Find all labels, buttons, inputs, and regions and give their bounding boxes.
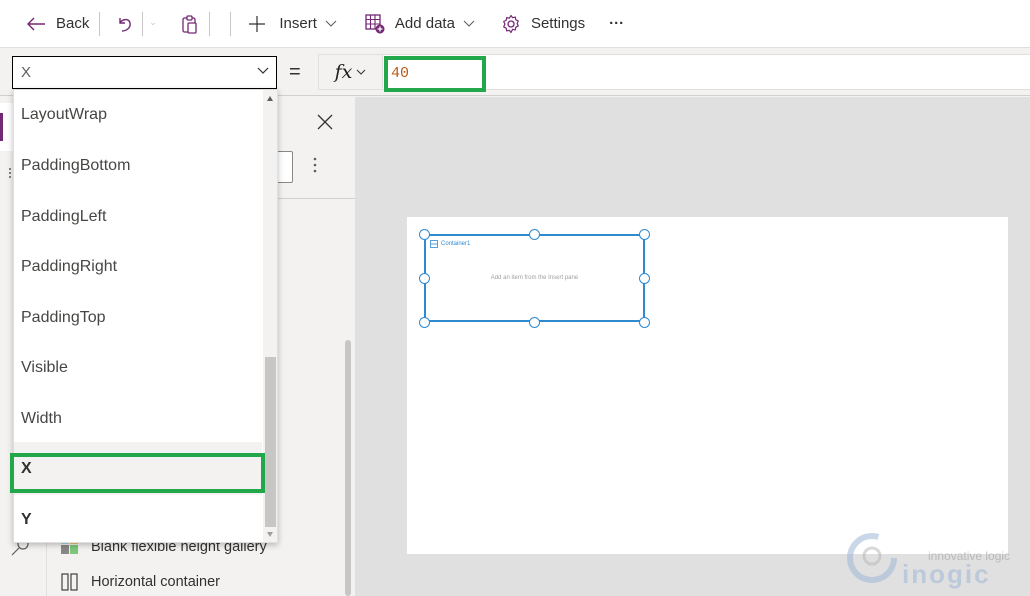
- rail-selected-indicator: [0, 113, 3, 141]
- container-icon: [430, 240, 438, 248]
- property-selector-value: X: [21, 64, 32, 81]
- chevron-down-icon: [357, 69, 366, 75]
- dropdown-option[interactable]: Width: [14, 394, 262, 444]
- canvas-area: Container1 Add an item from the Insert p…: [355, 97, 1030, 596]
- table-add-icon: [365, 13, 385, 33]
- dropdown-option[interactable]: PaddingLeft: [14, 192, 262, 242]
- dropdown-scrollbar[interactable]: [263, 90, 277, 542]
- command-bar: Back Insert Add data Settings ···: [0, 0, 1030, 48]
- gear-icon: [503, 14, 519, 33]
- resize-handle-top[interactable]: [529, 229, 540, 240]
- resize-handle-top-right[interactable]: [639, 229, 650, 240]
- paste-button[interactable]: [163, 0, 209, 48]
- horizontal-container-icon: [61, 573, 78, 591]
- plus-icon: [249, 15, 266, 32]
- close-icon[interactable]: [317, 114, 333, 130]
- undo-button[interactable]: [100, 0, 142, 48]
- container-name: Container1: [441, 241, 471, 247]
- dropdown-option[interactable]: Visible: [14, 343, 262, 393]
- dropdown-scroll-thumb[interactable]: [265, 357, 276, 527]
- undo-dropdown-button[interactable]: [143, 0, 163, 48]
- back-label: Back: [56, 15, 90, 32]
- dropdown-option[interactable]: PaddingBottom: [14, 141, 262, 191]
- inogic-logo-icon: [847, 533, 897, 583]
- more-icon: ···: [609, 15, 625, 32]
- more-vertical-icon[interactable]: [313, 157, 317, 173]
- scroll-down-icon[interactable]: [267, 532, 273, 537]
- equals-sign: =: [289, 61, 301, 83]
- insert-button[interactable]: Insert: [231, 0, 347, 48]
- container-title: Container1: [430, 240, 470, 248]
- chevron-down-icon: [257, 67, 269, 74]
- undo-icon: [119, 17, 132, 32]
- resize-handle-bottom[interactable]: [529, 317, 540, 328]
- scroll-up-icon[interactable]: [267, 96, 273, 101]
- insert-item-horizontal-container[interactable]: Horizontal container: [61, 570, 220, 594]
- dropdown-option[interactable]: PaddingRight: [14, 242, 262, 292]
- dropdown-option[interactable]: LayoutWrap: [14, 90, 262, 140]
- more-button[interactable]: ···: [595, 0, 634, 48]
- watermark: innovative logic inogic: [846, 532, 1026, 589]
- settings-label: Settings: [530, 15, 586, 32]
- settings-button[interactable]: Settings: [485, 0, 595, 48]
- container-hint: Add an item from the Insert pane: [490, 275, 579, 281]
- add-data-button[interactable]: Add data: [347, 0, 485, 48]
- resize-handle-right[interactable]: [639, 273, 650, 284]
- insert-item-label: Horizontal container: [91, 574, 220, 590]
- chevron-down-icon: [151, 22, 156, 25]
- watermark-brand: inogic: [902, 559, 991, 589]
- add-data-label: Add data: [394, 15, 455, 32]
- formula-input[interactable]: 40: [384, 56, 486, 92]
- resize-handle-bottom-left[interactable]: [419, 317, 430, 328]
- panel-scrollbar[interactable]: [345, 340, 351, 596]
- resize-handle-top-left[interactable]: [419, 229, 430, 240]
- screens-icon[interactable]: [8, 167, 12, 179]
- back-button[interactable]: Back: [0, 0, 99, 48]
- container-control[interactable]: Container1 Add an item from the Insert p…: [424, 234, 645, 322]
- insert-label: Insert: [279, 15, 317, 32]
- selected-option-highlight: [10, 453, 265, 493]
- chevron-down-icon: [325, 20, 337, 27]
- paste-dropdown-button[interactable]: [210, 0, 230, 48]
- fx-icon: fx: [334, 61, 353, 83]
- dropdown-option[interactable]: PaddingTop: [14, 293, 262, 343]
- dropdown-option[interactable]: Y: [14, 495, 262, 542]
- arrow-left-icon: [27, 17, 45, 30]
- clipboard-icon: [182, 14, 198, 34]
- app-screen[interactable]: Container1 Add an item from the Insert p…: [407, 217, 1008, 554]
- property-selector[interactable]: X: [12, 56, 277, 89]
- resize-handle-left[interactable]: [419, 273, 430, 284]
- fx-button[interactable]: fx: [319, 55, 383, 89]
- resize-handle-bottom-right[interactable]: [639, 317, 650, 328]
- chevron-down-icon: [463, 20, 475, 27]
